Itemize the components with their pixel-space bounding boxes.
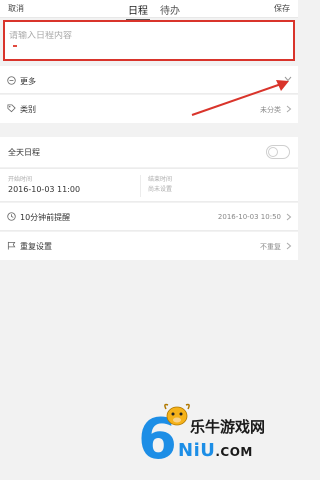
repeat-row[interactable]: 重复设置 不重复 [0,232,298,260]
repeat-value: 不重复 [260,243,281,251]
reminder-row[interactable]: 10分钟前提醒 2016-10-03 10:50 [0,203,298,231]
text-cursor [13,45,17,47]
chevron-down-icon[interactable] [284,76,292,82]
category-row[interactable]: 类别 未分类 [0,95,298,123]
end-time-caption: 结束时间 [148,176,173,183]
toggle-knob [268,147,278,157]
logo-brand: NiU [178,440,216,461]
tag-icon [7,104,16,113]
top-bar: 取消 日程 待办 保存 [0,0,298,21]
event-content-input[interactable] [9,31,279,41]
start-time-caption: 开始时间 [8,176,33,183]
clock-icon [7,212,16,221]
all-day-label: 全天日程 [8,148,40,157]
cancel-button[interactable]: 取消 [8,3,24,14]
time-range-row: 开始时间 2016-10-03 11:00 结束时间 尚未设置 [0,168,298,202]
end-time-value: 尚未设置 [148,186,173,193]
tab-todo[interactable]: 待办 [158,1,182,21]
watermark-logo: 6 乐牛游戏网 NiU.COM [138,400,294,474]
tab-schedule[interactable]: 日程 [126,1,150,21]
start-time-value: 2016-10-03 11:00 [8,185,81,194]
logo-site-name: 乐牛游戏网 [190,418,266,436]
start-time-cell[interactable]: 开始时间 2016-10-03 11:00 [0,169,140,203]
reminder-value: 2016-10-03 10:50 [217,213,281,221]
logo-tld: .COM [215,445,253,459]
all-day-row: 全天日程 [0,137,298,167]
category-value: 未分类 [260,106,281,114]
all-day-toggle[interactable] [266,145,290,159]
more-label: 更多 [20,77,36,86]
chevron-right-icon [286,242,292,250]
more-circle-icon [7,76,16,85]
event-content-box [3,20,295,61]
tab-bar: 日程 待办 [126,1,182,21]
category-label: 类别 [20,105,36,114]
end-time-cell[interactable]: 结束时间 尚未设置 [141,169,298,203]
cow-mascot-icon [164,403,190,426]
repeat-label: 重复设置 [20,242,52,251]
flag-icon [7,241,16,250]
save-button[interactable]: 保存 [274,3,290,14]
logo-domain: NiU.COM [178,440,253,461]
chevron-right-icon [286,105,292,113]
more-options-row[interactable]: 更多 [0,66,298,94]
reminder-label: 10分钟前提醒 [20,213,71,222]
chevron-right-icon [286,213,292,221]
